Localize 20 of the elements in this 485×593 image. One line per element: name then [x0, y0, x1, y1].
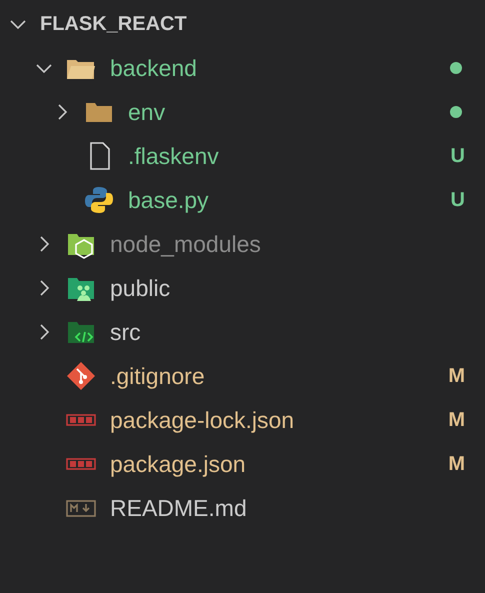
folder-name[interactable]: env — [128, 98, 166, 126]
git-status-letter: U — [450, 188, 465, 212]
python-logo-icon — [84, 185, 114, 215]
git-status-letter: M — [448, 452, 465, 476]
file-name[interactable]: base.py — [128, 186, 209, 214]
file-name[interactable]: .flaskenv — [128, 142, 219, 170]
folder-icon — [84, 100, 114, 124]
file-name[interactable]: README.md — [110, 494, 247, 522]
file-name[interactable]: package.json — [110, 450, 246, 478]
git-status-letter: M — [448, 408, 465, 432]
file-name[interactable]: package-lock.json — [110, 406, 294, 434]
folder-name[interactable]: src — [110, 318, 141, 346]
folder-name[interactable]: node_modules — [110, 230, 261, 258]
git-icon — [66, 361, 96, 391]
folder-name[interactable]: public — [110, 274, 170, 302]
folder-name[interactable]: backend — [110, 54, 197, 82]
git-status-letter: M — [448, 364, 465, 388]
git-status-letter: U — [450, 144, 465, 168]
project-title[interactable]: FLASK_REACT — [40, 12, 187, 36]
file-name[interactable]: .gitignore — [110, 362, 205, 390]
